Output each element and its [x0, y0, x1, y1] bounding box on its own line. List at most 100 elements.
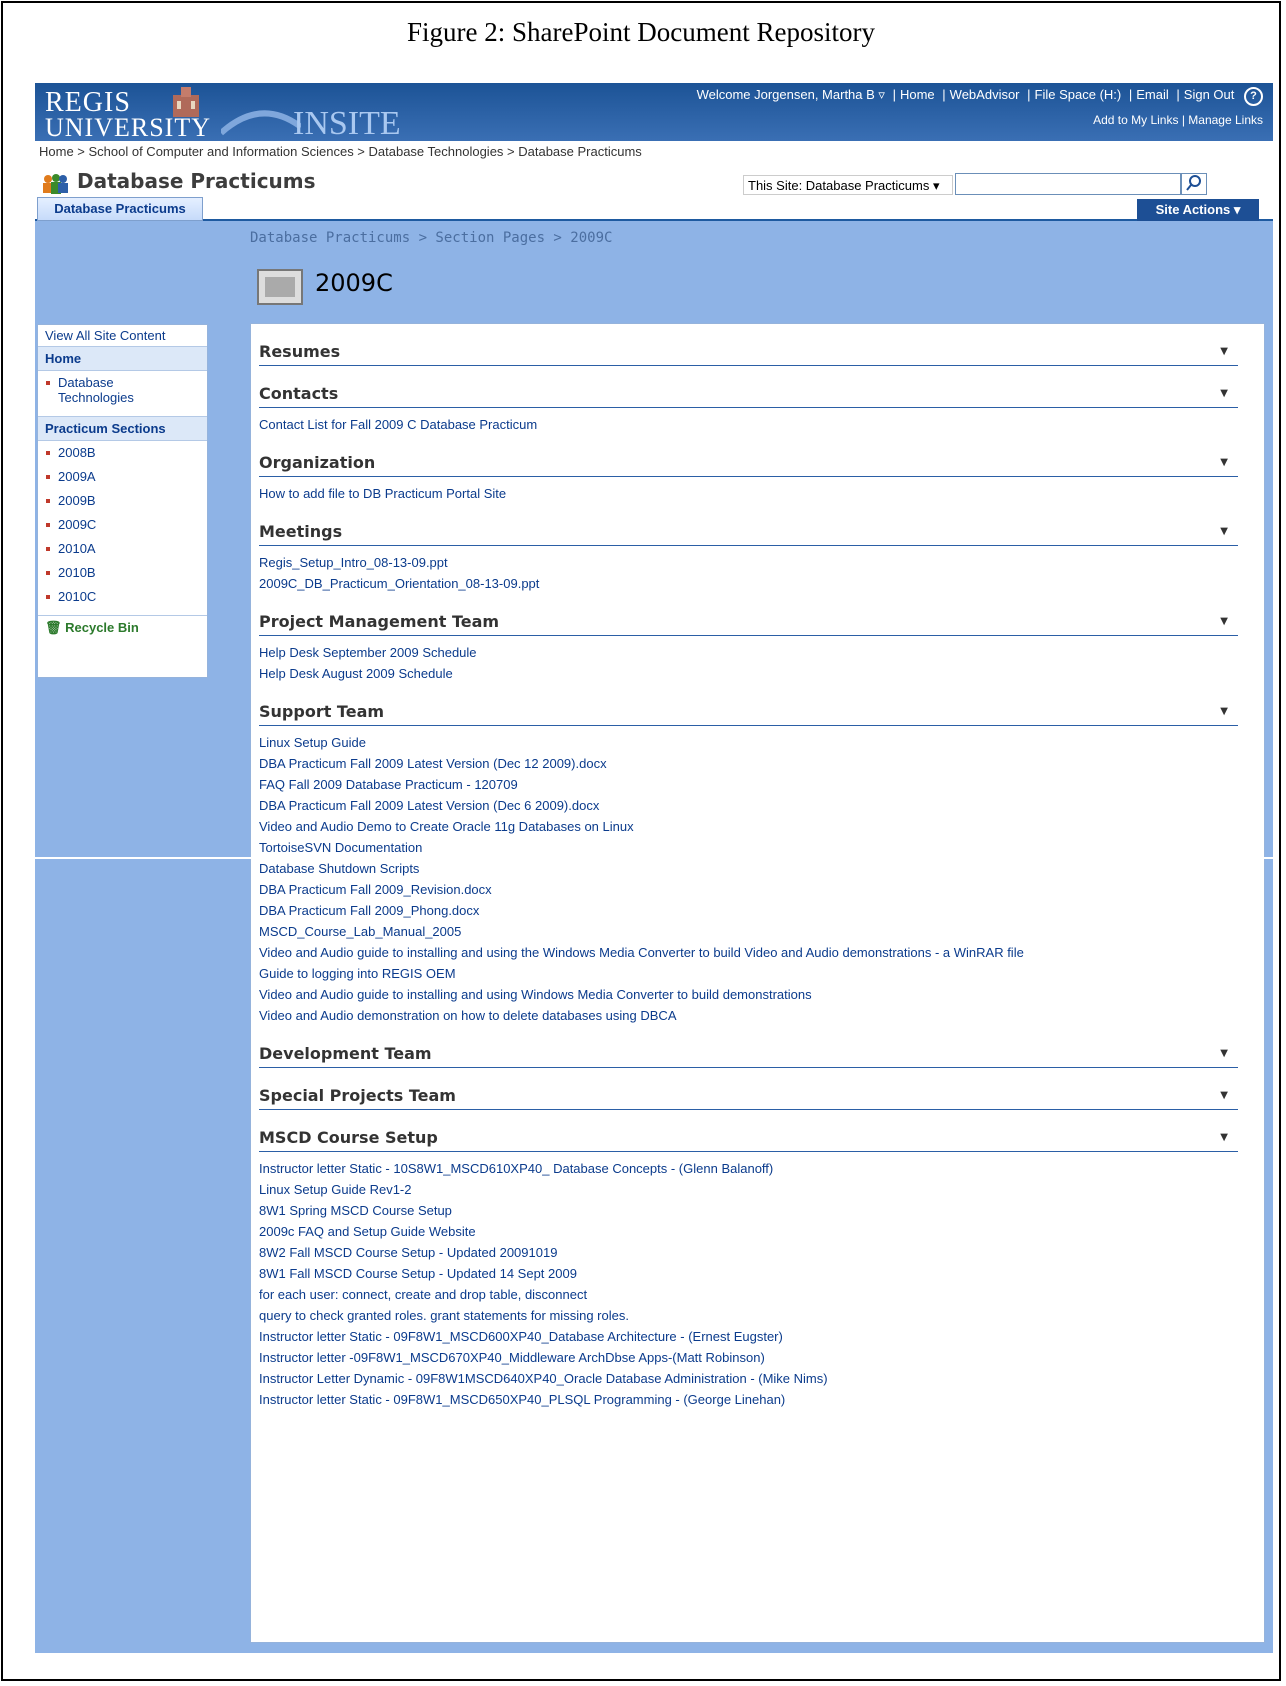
document-link[interactable]: Video and Audio guide to installing and … — [259, 984, 1238, 1005]
section: Contacts ▼ Contact List for Fall 2009 C Da… — [259, 380, 1238, 435]
recycle-bin[interactable]: 🗑 Recycle Bin — [38, 615, 207, 640]
chevron-down-icon[interactable]: ▿ — [878, 87, 885, 102]
search-scope-select[interactable]: This Site: Database Practicums ▾ — [743, 175, 953, 195]
document-link[interactable]: Linux Setup Guide Rev1-2 — [259, 1179, 1238, 1200]
document-link[interactable]: Instructor letter -09F8W1_MSCD670XP40_Mi… — [259, 1347, 1238, 1368]
section: Resumes ▼ — [259, 338, 1238, 366]
document-link[interactable]: Video and Audio demonstration on how to … — [259, 1005, 1238, 1026]
section-heading[interactable]: Special Projects Team ▼ — [259, 1082, 1238, 1110]
chevron-down-icon[interactable]: ▼ — [1220, 346, 1228, 357]
document-link[interactable]: TortoiseSVN Documentation — [259, 837, 1238, 858]
site-title[interactable]: Database Practicums — [77, 169, 316, 193]
section-heading[interactable]: Support Team ▼ — [259, 698, 1238, 726]
document-link[interactable]: FAQ Fall 2009 Database Practicum - 12070… — [259, 774, 1238, 795]
logo-university: UNIVERSITY — [45, 113, 211, 142]
chevron-down-icon[interactable]: ▼ — [1220, 526, 1228, 537]
people-icon — [43, 174, 68, 194]
chevron-down-icon[interactable]: ▼ — [1220, 457, 1228, 468]
recycle-bin-icon: 🗑 — [45, 620, 66, 635]
document-link[interactable]: MSCD_Course_Lab_Manual_2005 — [259, 921, 1238, 942]
section-title: Resumes — [259, 342, 341, 361]
document-link[interactable]: 2009C_DB_Practicum_Orientation_08-13-09.… — [259, 573, 1238, 594]
nav-section-2009b[interactable]: 2009B — [38, 489, 207, 513]
screenshot-seam — [35, 857, 1273, 859]
document-link[interactable]: Instructor Letter Dynamic - 09F8W1MSCD64… — [259, 1368, 1238, 1389]
link-file-space[interactable]: File Space (H:) — [1035, 87, 1122, 102]
section-heading[interactable]: Organization ▼ — [259, 449, 1238, 477]
nav-practicum-sections[interactable]: Practicum Sections — [38, 416, 207, 441]
view-all-site-content[interactable]: View All Site Content — [38, 325, 207, 346]
page-breadcrumb[interactable]: Database Practicums > Section Pages > 20… — [250, 230, 612, 246]
add-to-my-links[interactable]: Add to My Links — [1093, 113, 1178, 127]
chevron-down-icon[interactable]: ▼ — [1220, 1132, 1228, 1143]
section-heading[interactable]: Meetings ▼ — [259, 518, 1238, 546]
document-link[interactable]: How to add file to DB Practicum Portal S… — [259, 483, 1238, 504]
document-link[interactable]: DBA Practicum Fall 2009_Revision.docx — [259, 879, 1238, 900]
document-link[interactable]: Help Desk September 2009 Schedule — [259, 642, 1238, 663]
site-actions-button[interactable]: Site Actions ▾ — [1137, 199, 1259, 221]
document-link[interactable]: DBA Practicum Fall 2009 Latest Version (… — [259, 753, 1238, 774]
document-link[interactable]: Contact List for Fall 2009 C Database Pr… — [259, 414, 1238, 435]
nav-section-2008b[interactable]: 2008B — [38, 441, 207, 465]
section: Special Projects Team ▼ — [259, 1082, 1238, 1110]
chevron-down-icon[interactable]: ▼ — [1220, 616, 1228, 627]
search-icon[interactable] — [1181, 173, 1207, 195]
link-email[interactable]: Email — [1136, 87, 1169, 102]
section-heading[interactable]: MSCD Course Setup ▼ — [259, 1124, 1238, 1152]
section-heading[interactable]: Project Management Team ▼ — [259, 608, 1238, 636]
main-content: Resumes ▼ Contacts ▼ Contact List for Fall 2… — [250, 323, 1265, 1643]
section-heading[interactable]: Resumes ▼ — [259, 338, 1238, 366]
nav-section-2010c[interactable]: 2010C — [38, 585, 207, 609]
nav-section-2009a[interactable]: 2009A — [38, 465, 207, 489]
nav-section-2010b[interactable]: 2010B — [38, 561, 207, 585]
link-home[interactable]: Home — [900, 87, 935, 102]
document-link[interactable]: Instructor letter Static - 09F8W1_MSCD65… — [259, 1389, 1238, 1410]
manage-links[interactable]: Manage Links — [1188, 113, 1263, 127]
welcome-menu[interactable]: Welcome Jorgensen, Martha B — [697, 87, 875, 102]
document-link[interactable]: for each user: connect, create and drop … — [259, 1284, 1238, 1305]
section-list: Resumes ▼ Contacts ▼ Contact List for Fall 2… — [251, 338, 1264, 1410]
document-link[interactable]: Video and Audio Demo to Create Oracle 11… — [259, 816, 1238, 837]
chevron-down-icon[interactable]: ▼ — [1220, 706, 1228, 717]
utility-links: Welcome Jorgensen, Martha B ▿ | Home | Web… — [697, 87, 1263, 106]
section: Organization ▼ How to add file to DB Pract… — [259, 449, 1238, 504]
document-link[interactable]: Database Shutdown Scripts — [259, 858, 1238, 879]
document-link[interactable]: 8W1 Spring MSCD Course Setup — [259, 1200, 1238, 1221]
nav-database-technologies[interactable]: Database Technologies — [38, 371, 155, 410]
document-link[interactable]: DBA Practicum Fall 2009 Latest Version (… — [259, 795, 1238, 816]
nav-home[interactable]: Home — [38, 346, 207, 371]
section-heading[interactable]: Contacts ▼ — [259, 380, 1238, 408]
link-webadvisor[interactable]: WebAdvisor — [950, 87, 1020, 102]
header-bar: REGIS UNIVERSITY INSITE Welcome Jorgense… — [35, 83, 1273, 142]
tab-database-practicums[interactable]: Database Practicums — [37, 197, 203, 221]
document-link[interactable]: Regis_Setup_Intro_08-13-09.ppt — [259, 552, 1238, 573]
section-title: Project Management Team — [259, 612, 500, 631]
link-sign-out[interactable]: Sign Out — [1184, 87, 1235, 102]
document-link[interactable]: query to check granted roles. grant stat… — [259, 1305, 1238, 1326]
top-nav — [35, 199, 1273, 221]
nav-section-2009c[interactable]: 2009C — [38, 513, 207, 537]
logo-insite: INSITE — [293, 105, 401, 142]
section-title: Development Team — [259, 1044, 432, 1063]
document-link[interactable]: Linux Setup Guide — [259, 732, 1238, 753]
chevron-down-icon[interactable]: ▼ — [1220, 1048, 1228, 1059]
chevron-down-icon[interactable]: ▼ — [1220, 1090, 1228, 1101]
document-link[interactable]: Guide to logging into REGIS OEM — [259, 963, 1238, 984]
document-link[interactable]: Video and Audio guide to installing and … — [259, 942, 1238, 963]
help-icon[interactable]: ? — [1244, 87, 1263, 106]
section: MSCD Course Setup ▼ Instructor letter Stat… — [259, 1124, 1238, 1410]
section-heading[interactable]: Development Team ▼ — [259, 1040, 1238, 1068]
chevron-down-icon[interactable]: ▼ — [1220, 388, 1228, 399]
document-link[interactable]: DBA Practicum Fall 2009_Phong.docx — [259, 900, 1238, 921]
swoosh-icon — [221, 110, 301, 136]
document-link[interactable]: 2009c FAQ and Setup Guide Website — [259, 1221, 1238, 1242]
document-link[interactable]: Instructor letter Static - 09F8W1_MSCD60… — [259, 1326, 1238, 1347]
search-input[interactable] — [955, 173, 1181, 195]
document-link[interactable]: 8W2 Fall MSCD Course Setup - Updated 200… — [259, 1242, 1238, 1263]
figure-frame: Figure 2: SharePoint Document Repository… — [1, 1, 1281, 1681]
document-link[interactable]: 8W1 Fall MSCD Course Setup - Updated 14 … — [259, 1263, 1238, 1284]
document-link[interactable]: Instructor letter Static - 10S8W1_MSCD61… — [259, 1158, 1238, 1179]
global-breadcrumb[interactable]: Home > School of Computer and Informatio… — [35, 141, 1273, 163]
document-link[interactable]: Help Desk August 2009 Schedule — [259, 663, 1238, 684]
nav-section-2010a[interactable]: 2010A — [38, 537, 207, 561]
